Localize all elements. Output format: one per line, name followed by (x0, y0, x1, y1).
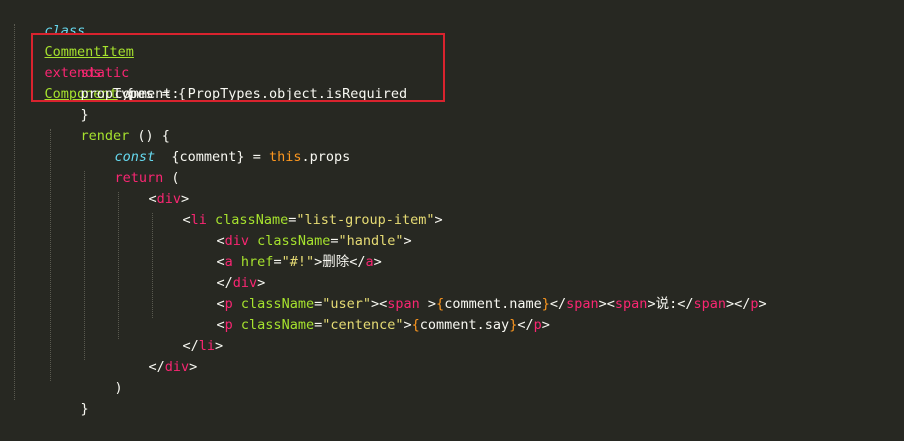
code-line-7: return ( (82, 147, 180, 186)
tag-name: div (164, 359, 190, 375)
attr-value: "centence" (322, 317, 404, 333)
code-line-16: </div> (148, 359, 198, 375)
code-editor[interactable]: class CommentItem extends Component { st… (0, 0, 904, 417)
code-line-6: const {comment} = this.props (82, 126, 351, 165)
code-line-1: class CommentItem extends Component { (12, 0, 134, 102)
tag-name: span (566, 296, 599, 312)
code-line-9: <li className="list-group-item"> (182, 212, 443, 228)
code-line-13: <p className="user"><span >{comment.name… (216, 296, 767, 312)
tag-name: a (365, 254, 374, 270)
code-line-14: <p className="centence">{comment.say}</p… (216, 317, 550, 333)
code-line-15: </li> (182, 338, 224, 354)
code-line-12: </div> (216, 275, 266, 291)
attr-value: "#!" (281, 254, 315, 270)
close-brace: } (80, 401, 89, 417)
this-keyword: this (268, 149, 302, 165)
code-line-18: } (48, 378, 89, 417)
highlight-box (31, 33, 445, 102)
tag-name: li (198, 338, 216, 354)
tag-name: p (224, 317, 233, 333)
tag-name: span (614, 296, 648, 312)
code-line-8: <div> (148, 191, 190, 207)
tag-name: p (750, 296, 759, 312)
code-line-17: ) (82, 357, 123, 396)
code-line-5: render () { (48, 105, 170, 144)
code-line-10: <div className="handle"> (216, 233, 412, 249)
code-line-11: <a href="#!">删除</a> (216, 254, 382, 270)
attr-name: className (232, 317, 315, 333)
tag-name: p (533, 317, 542, 333)
props-access: .props (301, 149, 351, 165)
jsx-expression: comment.say (419, 317, 510, 333)
close-paren: ) (114, 380, 123, 396)
link-text: >删除</ (314, 254, 366, 270)
tag-name: span (693, 296, 726, 312)
